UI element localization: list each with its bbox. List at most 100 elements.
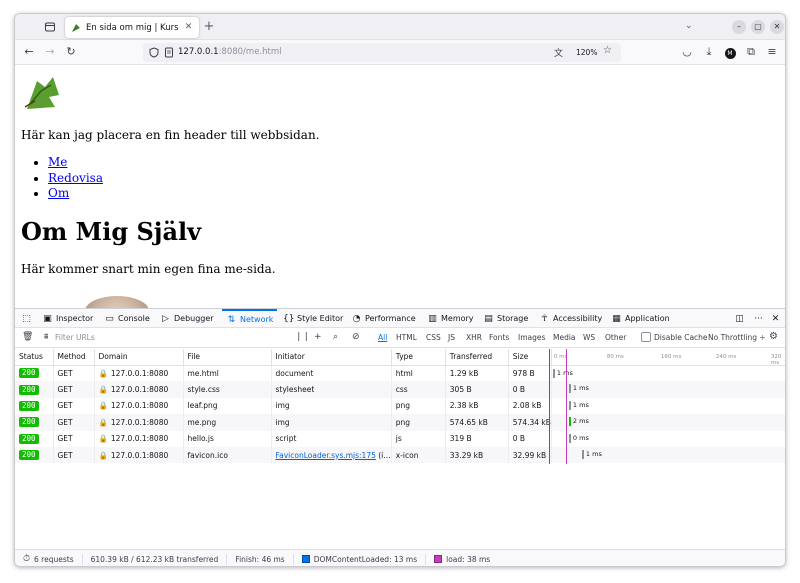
filter-urls-input[interactable]: Filter URLs	[55, 333, 95, 342]
chevron-down-icon[interactable]: ⌄	[685, 21, 697, 33]
filter-media[interactable]: Media	[553, 333, 576, 342]
tab-inspector[interactable]: ▣ Inspector	[42, 309, 93, 328]
new-tab-button[interactable]: +	[201, 19, 217, 35]
shield-icon[interactable]	[149, 47, 159, 58]
table-row[interactable]: 200 GET 🔒 127.0.0.1:8080 favicon.ico Favi…	[15, 446, 785, 464]
pocket-icon[interactable]: ◡	[681, 46, 693, 58]
filter-xhr[interactable]: XHR	[466, 333, 482, 342]
trash-icon[interactable]: 🗑	[22, 332, 33, 342]
column-initiator[interactable]: Initiator	[271, 349, 392, 366]
column-method[interactable]: Method	[53, 349, 95, 366]
block-icon[interactable]: ⊘	[352, 332, 360, 342]
tab-console[interactable]: ▭ Console	[104, 309, 150, 328]
tab-storage[interactable]: ▤ Storage	[483, 309, 528, 328]
filter-ws[interactable]: WS	[583, 333, 595, 342]
dock-side-icon[interactable]: ◫	[734, 309, 745, 328]
tab-label: Memory	[441, 314, 474, 323]
translate-icon[interactable]: 文	[554, 46, 563, 59]
tab-style-editor[interactable]: {} Style Editor	[283, 309, 343, 328]
tab-network[interactable]: ⇅ Network	[222, 309, 278, 328]
initiator-link[interactable]: FaviconLoader.sys.mjs:175	[276, 451, 376, 460]
domain-cell: 🔒 127.0.0.1:8080	[94, 446, 184, 464]
table-row[interactable]: 200 GET 🔒 127.0.0.1:8080 hello.js script …	[15, 430, 785, 447]
column-transferred[interactable]: Transferred	[445, 349, 509, 366]
tab-performance[interactable]: ◔ Performance	[351, 309, 416, 328]
close-window-button[interactable]: ✕	[770, 20, 784, 34]
disable-cache-checkbox[interactable]	[641, 332, 651, 342]
filter-css[interactable]: CSS	[426, 333, 441, 342]
throttling-select[interactable]: No Throttling ÷	[708, 333, 766, 342]
nav-link-redovisa[interactable]: Redovisa	[48, 171, 103, 185]
timing-bar	[552, 368, 555, 378]
request-rows: 200 GET 🔒 127.0.0.1:8080 me.html document…	[15, 365, 785, 464]
filter-other[interactable]: Other	[605, 333, 626, 342]
page-info-icon[interactable]	[164, 47, 174, 58]
back-icon[interactable]: ←	[23, 46, 35, 58]
nav-link-om[interactable]: Om	[48, 186, 69, 200]
console-icon: ▭	[105, 313, 114, 324]
lock-icon: 🔒	[98, 450, 108, 460]
method-cell: GET	[53, 414, 95, 431]
size-cell: 2.08 kB	[508, 397, 552, 415]
nav-link-me[interactable]: Me	[48, 155, 67, 169]
initiator-cell: document	[271, 365, 392, 382]
browser-tab[interactable]: En sida om mig | Kursen v ✕	[65, 17, 199, 38]
tab-label: Console	[118, 314, 150, 323]
account-icon[interactable]: M	[724, 46, 736, 59]
maximize-button[interactable]: ▢	[751, 20, 765, 34]
memory-icon: ▥	[428, 313, 437, 324]
filter-icon: ⩩	[44, 332, 49, 341]
lock-icon: 🔒	[98, 385, 108, 395]
minimize-button[interactable]: –	[732, 20, 746, 34]
close-devtools-icon[interactable]: ✕	[770, 309, 781, 328]
file-cell: style.css	[183, 381, 272, 398]
domain-text: 127.0.0.1:8080	[110, 368, 169, 378]
domain-cell: 🔒 127.0.0.1:8080	[94, 365, 184, 382]
filter-fonts[interactable]: Fonts	[489, 333, 509, 342]
close-tab-icon[interactable]: ✕	[184, 23, 193, 32]
downloads-icon[interactable]: ⤓	[703, 46, 715, 58]
transferred-cell: 2.38 kB	[445, 397, 509, 415]
table-row[interactable]: 200 GET 🔒 127.0.0.1:8080 me.html document…	[15, 365, 785, 382]
column-size[interactable]: Size	[508, 349, 552, 366]
tab-accessibility[interactable]: ☥ Accessibility	[539, 309, 602, 328]
stopwatch-icon[interactable]: ⏱	[23, 554, 30, 564]
filter-js[interactable]: JS	[448, 333, 455, 342]
menu-icon[interactable]: ≡	[766, 46, 778, 58]
tab-list-icon[interactable]	[44, 21, 56, 33]
pick-element-icon[interactable]: ⬚	[21, 309, 32, 328]
leaf-logo-icon	[24, 77, 59, 109]
lock-icon: 🔒	[98, 417, 108, 427]
pause-icon[interactable]: ❘❘	[295, 332, 310, 342]
zoom-level-button[interactable]: 120%	[571, 45, 602, 60]
filter-html[interactable]: HTML	[396, 333, 417, 342]
search-icon[interactable]: ⌕	[333, 332, 338, 342]
tab-debugger[interactable]: ▷ Debugger	[160, 309, 214, 328]
filter-images[interactable]: Images	[518, 333, 545, 342]
tab-application[interactable]: ▦ Application	[611, 309, 669, 328]
url-text[interactable]: 127.0.0.1:8080/me.html	[178, 47, 282, 57]
table-row[interactable]: 200 GET 🔒 127.0.0.1:8080 me.png img png 5…	[15, 414, 785, 431]
timing-label: 1 ms	[556, 368, 573, 377]
column-domain[interactable]: Domain	[94, 349, 184, 366]
table-row[interactable]: 200 GET 🔒 127.0.0.1:8080 style.css styles…	[15, 381, 785, 398]
add-request-icon[interactable]: +	[314, 332, 322, 342]
column-type[interactable]: Type	[391, 349, 446, 366]
tab-label: Debugger	[174, 314, 214, 323]
reload-icon[interactable]: ↻	[65, 46, 77, 58]
forward-icon[interactable]: →	[44, 46, 56, 58]
table-row[interactable]: 200 GET 🔒 127.0.0.1:8080 leaf.png img png…	[15, 397, 785, 415]
gear-icon[interactable]: ⚙	[769, 331, 778, 342]
column-waterfall[interactable]: 0 ms 80 ms 160 ms 240 ms 320 ms	[551, 349, 785, 366]
nav-item-om: Om	[48, 186, 103, 202]
initiator-cell: stylesheet	[271, 381, 392, 398]
column-file[interactable]: File	[183, 349, 272, 366]
more-options-icon[interactable]: ···	[753, 309, 764, 328]
extensions-icon[interactable]: ⧉	[745, 46, 757, 58]
url-bar[interactable]: 127.0.0.1:8080/me.html 文 120% ☆	[143, 43, 621, 62]
column-status[interactable]: Status	[15, 349, 54, 366]
tab-memory[interactable]: ▥ Memory	[427, 309, 474, 328]
bookmark-star-icon[interactable]: ☆	[603, 45, 612, 56]
filter-all[interactable]: All	[378, 333, 387, 342]
network-status-bar: ⏱ 6 requests 610.39 kB / 612.23 kB transf…	[15, 549, 785, 566]
